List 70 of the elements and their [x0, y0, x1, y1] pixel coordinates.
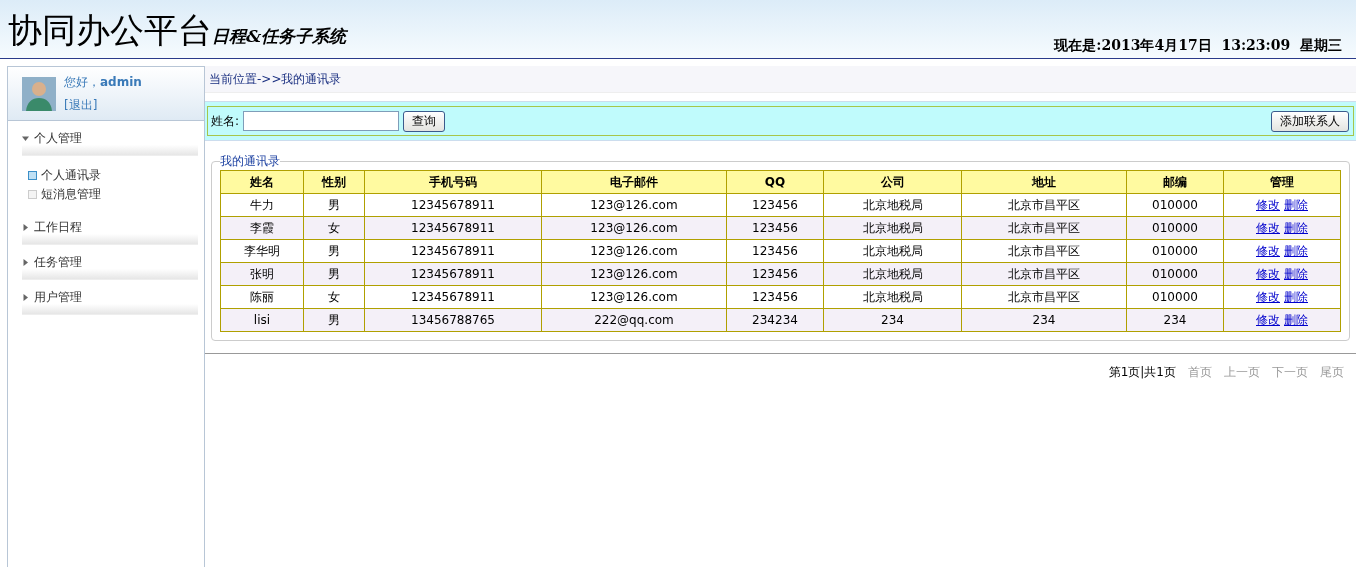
column-header: 管理	[1223, 170, 1341, 194]
table-cell: 12345678911	[364, 239, 542, 263]
table-cell: 北京市昌平区	[961, 216, 1127, 240]
add-contact-button[interactable]: 添加联系人	[1271, 110, 1349, 132]
table-cell: 234	[961, 308, 1127, 332]
table-cell: 北京市昌平区	[961, 262, 1127, 286]
table-cell: 123@126.com	[541, 193, 727, 217]
table-cell: 123@126.com	[541, 216, 727, 240]
name-field[interactable]	[243, 111, 400, 131]
column-header: 地址	[961, 170, 1127, 194]
column-header: 性别	[303, 170, 365, 194]
caret-down-icon	[22, 134, 29, 142]
edit-link[interactable]: 修改	[1256, 312, 1280, 327]
caret-right-icon	[22, 258, 29, 266]
table-cell: 北京地税局	[823, 193, 962, 217]
user-greeting: 您好，admin	[64, 73, 142, 91]
delete-link[interactable]: 删除	[1284, 312, 1308, 327]
edit-link[interactable]: 修改	[1256, 243, 1280, 258]
column-header: 电子邮件	[541, 170, 727, 194]
table-cell: 222@qq.com	[541, 308, 727, 332]
logout-link[interactable]: [退出]	[64, 96, 142, 114]
delete-link[interactable]: 删除	[1284, 243, 1308, 258]
table-cell: 北京地税局	[823, 262, 962, 286]
table-cell: 123@126.com	[541, 262, 727, 286]
table-cell: 张明	[220, 262, 304, 286]
table-cell: 北京地税局	[823, 216, 962, 240]
table-cell: 12345678911	[364, 216, 542, 240]
edit-link[interactable]: 修改	[1256, 220, 1280, 235]
delete-link[interactable]: 删除	[1284, 266, 1308, 281]
table-cell: 北京市昌平区	[961, 239, 1127, 263]
name-label: 姓名:	[211, 112, 240, 130]
delete-link[interactable]: 删除	[1284, 220, 1308, 235]
app-subtitle: 日程&任务子系统	[212, 25, 347, 48]
edit-link[interactable]: 修改	[1256, 266, 1280, 281]
delete-link[interactable]: 删除	[1284, 197, 1308, 212]
table-cell: 北京地税局	[823, 239, 962, 263]
column-header: 公司	[823, 170, 962, 194]
column-header: QQ	[726, 170, 824, 194]
caret-right-icon	[22, 293, 29, 301]
table-cell: 李华明	[220, 239, 304, 263]
caret-right-icon	[22, 223, 29, 231]
menu-item[interactable]: 个人通讯录	[8, 166, 204, 185]
menu-item[interactable]: 短消息管理	[8, 185, 204, 204]
table-cell: lisi	[220, 308, 304, 332]
table-cell: 北京市昌平区	[961, 193, 1127, 217]
table-cell: 123@126.com	[541, 285, 727, 309]
table-cell: 北京地税局	[823, 285, 962, 309]
delete-link[interactable]: 删除	[1284, 289, 1308, 304]
table-cell: 陈丽	[220, 285, 304, 309]
current-datetime: 现在是:2013年4月17日 13:23:09 星期三	[1054, 37, 1342, 55]
table-cell: 李霞	[220, 216, 304, 240]
table-cell: 12345678911	[364, 193, 542, 217]
edit-link[interactable]: 修改	[1256, 197, 1280, 212]
table-cell: 牛力	[220, 193, 304, 217]
column-header: 姓名	[220, 170, 304, 194]
avatar-icon	[22, 76, 56, 111]
edit-link[interactable]: 修改	[1256, 289, 1280, 304]
app-title: 协同办公平台	[8, 10, 212, 50]
column-header: 邮编	[1126, 170, 1224, 194]
table-cell: 12345678911	[364, 262, 542, 286]
breadcrumb: 当前位置->>我的通讯录	[205, 66, 1356, 93]
column-header: 手机号码	[364, 170, 542, 194]
panel-legend: 我的通讯录	[220, 153, 280, 170]
search-button[interactable]: 查询	[403, 110, 446, 132]
table-cell: 13456788765	[364, 308, 542, 332]
table-cell: 123@126.com	[541, 239, 727, 263]
table-cell: 12345678911	[364, 285, 542, 309]
page-status: 第1页|共1页	[1108, 364, 1176, 381]
table-cell: 234	[823, 308, 962, 332]
table-cell: 北京市昌平区	[961, 285, 1127, 309]
